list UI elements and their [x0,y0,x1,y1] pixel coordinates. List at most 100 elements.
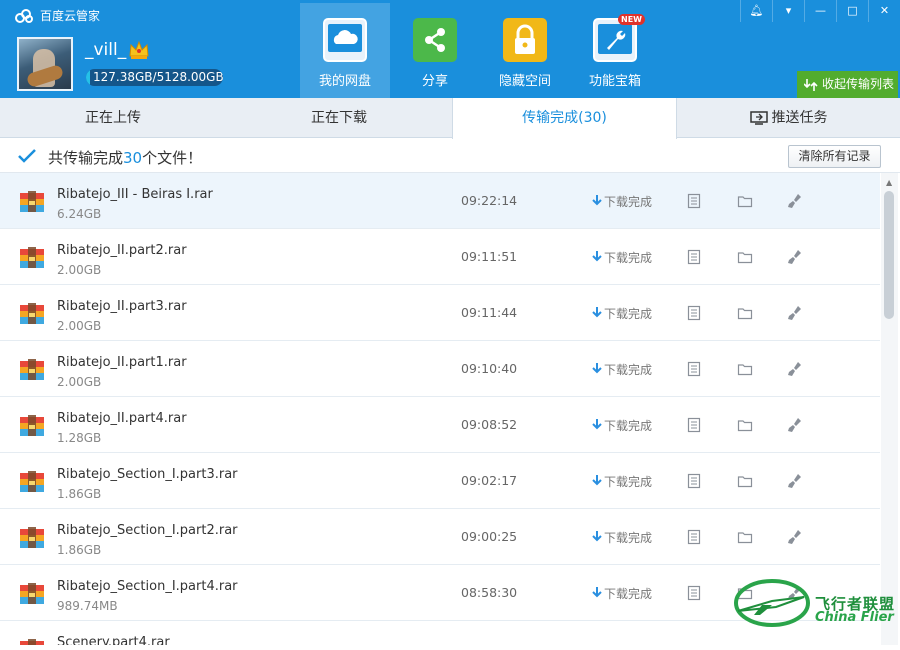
file-name: Scenery.part4.rar [57,635,170,645]
file-name: Ribatejo_II.part4.rar [57,411,187,426]
rar-archive-icon [20,471,44,493]
avatar[interactable] [17,37,73,91]
rar-archive-icon [20,527,44,549]
file-details-icon[interactable] [686,417,702,433]
rar-archive-icon [20,303,44,325]
window-controls: 🔔︎ ▾ — □ ✕ [740,0,900,22]
clear-record-brush-icon[interactable] [787,417,803,433]
vip-crown-icon[interactable] [128,40,150,60]
open-folder-icon[interactable] [737,305,753,321]
file-size: 1.28GB [57,431,102,445]
file-row[interactable]: Ribatejo_II.part2.rar 2.00GB 09:11:51 下载完成 [0,229,880,285]
summary-text: 共传输完成30个文件！ [48,149,203,167]
open-folder-icon[interactable] [737,361,753,377]
completed-file-list: Ribatejo_III - Beiras I.rar 6.24GB 09:22:1… [0,173,880,645]
tab-completed[interactable]: 传输完成(30) [452,98,677,139]
open-folder-icon[interactable] [737,529,753,545]
nav-share[interactable]: 分享 [390,3,480,98]
vertical-scrollbar[interactable]: ▲ [881,173,898,645]
scroll-up-arrow-icon[interactable]: ▲ [886,178,892,187]
file-details-icon[interactable] [686,193,702,209]
tab-push-label: 推送任务 [771,110,828,126]
notification-bell-icon[interactable]: 🔔︎ [740,0,772,22]
file-row[interactable]: Ribatejo_Section_I.part2.rar 1.86GB 09:00:… [0,509,880,565]
status-text: 下载完成 [604,419,653,433]
collapse-transfer-list-button[interactable]: 收起传输列表 [797,71,898,98]
file-name: Ribatejo_II.part1.rar [57,355,187,370]
open-folder-icon[interactable] [737,249,753,265]
menu-dropdown-icon[interactable]: ▾ [772,0,804,22]
storage-quota-bar: 127.38GB/5128.00GB [86,69,223,86]
file-row[interactable]: Ribatejo_II.part3.rar 2.00GB 09:11:44 下载完成 [0,285,880,341]
file-row[interactable]: Ribatejo_II.part4.rar 1.28GB 09:08:52 下载完成 [0,397,880,453]
download-arrow-icon [592,418,602,433]
file-size: 1.86GB [57,487,102,501]
completed-count: 30 [123,149,143,167]
scrollbar-thumb[interactable] [884,191,894,319]
download-arrow-icon [592,586,602,601]
clear-record-brush-icon[interactable] [787,529,803,545]
username[interactable]: _vill_ [85,40,126,60]
file-details-icon[interactable] [686,361,702,377]
clear-record-brush-icon[interactable] [787,249,803,265]
rar-archive-icon [20,247,44,269]
watermark-en: China Flier [815,610,894,625]
rar-archive-icon [20,415,44,437]
lock-icon [503,18,547,62]
open-folder-icon[interactable] [737,473,753,489]
collapse-arrows-icon [804,78,818,91]
download-status: 下载完成 [592,417,652,434]
open-folder-icon[interactable] [737,417,753,433]
file-row[interactable]: Ribatejo_III - Beiras I.rar 6.24GB 09:22:1… [0,173,880,229]
file-name: Ribatejo_Section_I.part3.rar [57,467,238,482]
download-status: 下载完成 [592,249,652,266]
file-row[interactable]: Ribatejo_Section_I.part3.rar 1.86GB 09:02:… [0,453,880,509]
summary-bar: 共传输完成30个文件！ 清除所有记录 [0,139,900,173]
transfer-tabs: 正在上传 正在下载 传输完成(30) 推送任务 [0,98,900,139]
tab-downloading[interactable]: 正在下载 [226,98,452,138]
file-size: 1.86GB [57,543,102,557]
download-status: 下载完成 [592,193,652,210]
clear-record-brush-icon[interactable] [787,193,803,209]
tab-push-tasks[interactable]: 推送任务 [677,98,900,138]
completed-time: 09:11:51 [461,249,518,264]
completed-time: 09:10:40 [461,361,518,376]
nav-hidden-space[interactable]: 隐藏空间 [480,3,570,98]
plane-globe-logo-icon [734,579,810,627]
close-icon[interactable]: ✕ [868,0,900,22]
file-details-icon[interactable] [686,249,702,265]
file-details-icon[interactable] [686,473,702,489]
share-icon [413,18,457,62]
file-name: Ribatejo_II.part2.rar [57,243,187,258]
nav-toolbox[interactable]: NEW 功能宝箱 [570,3,660,98]
file-name: Ribatejo_Section_I.part4.rar [57,579,238,594]
file-size: 989.74MB [57,599,118,613]
minimize-icon[interactable]: — [804,0,836,22]
clear-record-brush-icon[interactable] [787,305,803,321]
open-folder-icon[interactable] [737,193,753,209]
clear-all-records-button[interactable]: 清除所有记录 [788,145,881,168]
baidu-cloud-logo-icon [15,8,33,23]
download-arrow-icon [592,362,602,377]
nav-label: 分享 [421,74,448,89]
file-details-icon[interactable] [686,305,702,321]
status-text: 下载完成 [604,251,653,265]
completed-time: 09:11:44 [461,305,518,320]
cloud-drive-icon [323,18,367,62]
clear-record-brush-icon[interactable] [787,473,803,489]
file-details-icon[interactable] [686,585,702,601]
tab-uploading[interactable]: 正在上传 [0,98,226,138]
rar-archive-icon [20,359,44,381]
file-row[interactable]: Ribatejo_II.part1.rar 2.00GB 09:10:40 下载完成 [0,341,880,397]
download-status: 下载完成 [592,585,652,602]
file-details-icon[interactable] [686,529,702,545]
nav-my-drive[interactable]: 我的网盘 [300,3,390,98]
download-status: 下载完成 [592,473,652,490]
status-text: 下载完成 [604,363,653,377]
maximize-icon[interactable]: □ [836,0,868,22]
clear-record-brush-icon[interactable] [787,361,803,377]
download-arrow-icon [592,194,602,209]
status-text: 下载完成 [604,587,653,601]
file-size: 2.00GB [57,263,102,277]
storage-quota-text: 127.38GB/5128.00GB [93,70,223,84]
